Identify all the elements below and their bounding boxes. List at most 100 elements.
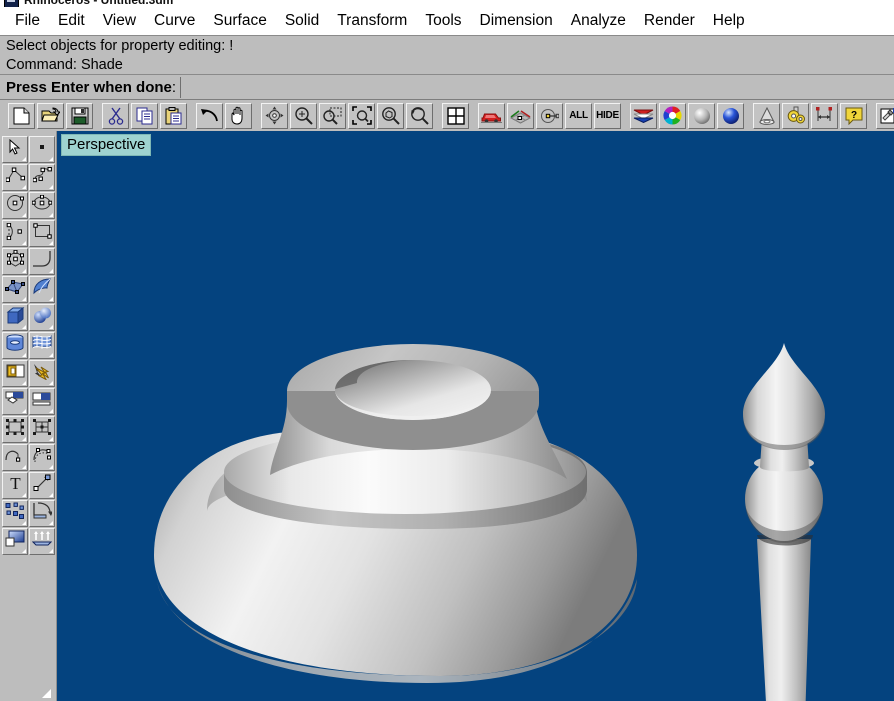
color-wheel-icon: [663, 106, 682, 125]
fillet-tool-button[interactable]: [29, 248, 55, 275]
surface-button[interactable]: [29, 276, 55, 303]
revolve-tool-button[interactable]: [2, 332, 28, 359]
curve-from-object-button[interactable]: [29, 444, 55, 471]
red-car-icon: [481, 109, 502, 123]
edit-points-button[interactable]: [29, 416, 55, 443]
ellipse-tool-button[interactable]: [29, 192, 55, 219]
cut-button[interactable]: [102, 103, 129, 129]
finial-object[interactable]: [743, 343, 825, 701]
rhino-app-icon: [4, 0, 19, 7]
menu-view[interactable]: View: [94, 10, 145, 32]
rectangle-tool-button[interactable]: [29, 220, 55, 247]
perspective-viewport[interactable]: Perspective: [57, 131, 894, 701]
properties-button[interactable]: [876, 103, 894, 129]
menu-transform[interactable]: Transform: [328, 10, 416, 32]
dimension-icon: [815, 107, 834, 125]
command-history[interactable]: Select objects for property editing: ! C…: [0, 35, 894, 74]
dimension-button[interactable]: [811, 103, 838, 129]
polygon-tool-button[interactable]: [2, 248, 28, 275]
surface-tools-button[interactable]: [2, 276, 28, 303]
shade-button[interactable]: [507, 103, 534, 129]
save-floppy-icon: [71, 107, 89, 125]
polyline-tool-button[interactable]: [2, 164, 28, 191]
shade-object-button[interactable]: [2, 528, 28, 555]
arc-tool-button[interactable]: [2, 220, 28, 247]
polyline-icon: [6, 167, 25, 188]
zoom-window-icon: [323, 106, 342, 125]
chamfer-surface-button[interactable]: [2, 388, 28, 415]
menu-file[interactable]: File: [6, 10, 49, 32]
select-all-button[interactable]: ALL: [565, 103, 592, 129]
box-tool-button[interactable]: [2, 304, 28, 331]
zoom-previous-button[interactable]: [406, 103, 433, 129]
polygon-icon: [6, 250, 25, 273]
point-tool-button[interactable]: [29, 136, 55, 163]
menu-dimension[interactable]: Dimension: [471, 10, 562, 32]
layers-button[interactable]: [630, 103, 657, 129]
extrude-tool-button[interactable]: [29, 528, 55, 555]
menu-curve[interactable]: Curve: [145, 10, 204, 32]
render-button[interactable]: [478, 103, 505, 129]
blend-surface-button[interactable]: [29, 388, 55, 415]
rhino-application-window: Rhinoceros - Untitled.3dm File Edit View…: [0, 0, 894, 701]
menu-render[interactable]: Render: [635, 10, 704, 32]
zoom-magnifier-icon: [294, 106, 313, 125]
scale-tool-button[interactable]: [29, 472, 55, 499]
viewport-title-label[interactable]: Perspective: [61, 134, 151, 156]
shade-mesh-icon: [510, 108, 531, 124]
curve-tool-button[interactable]: [29, 164, 55, 191]
options-button[interactable]: [782, 103, 809, 129]
blue-sphere-button[interactable]: [717, 103, 744, 129]
text-tool-button[interactable]: T: [2, 472, 28, 499]
menu-analyze[interactable]: Analyze: [562, 10, 635, 32]
hide-button[interactable]: HIDE: [594, 103, 621, 129]
mesh-flag-icon: [32, 334, 52, 357]
paste-clipboard-icon: [165, 107, 182, 125]
zoom-selected-button[interactable]: [377, 103, 404, 129]
paste-button[interactable]: [160, 103, 187, 129]
select-tool-button[interactable]: [2, 136, 28, 163]
circle-tool-button[interactable]: [2, 192, 28, 219]
edit-points-icon: [32, 418, 52, 441]
mesh-tool-button[interactable]: [29, 332, 55, 359]
zoom-extents-button[interactable]: [348, 103, 375, 129]
command-input[interactable]: [180, 77, 894, 98]
zoom-button[interactable]: [290, 103, 317, 129]
arc-icon: [6, 223, 25, 245]
gray-sphere-button[interactable]: [688, 103, 715, 129]
menu-surface[interactable]: Surface: [204, 10, 275, 32]
boolean-tool-button[interactable]: [29, 304, 55, 331]
select-all-icon: ALL: [569, 110, 588, 121]
copy-button[interactable]: [131, 103, 158, 129]
control-points-icon: [5, 418, 25, 441]
rotate-tool-button[interactable]: [29, 500, 55, 527]
rotate-object-icon: [32, 502, 52, 525]
command-prompt-label: Press Enter when done: [6, 79, 172, 96]
toolbar-resize-handle[interactable]: [42, 689, 52, 699]
save-button[interactable]: [66, 103, 93, 129]
curve-tools-button[interactable]: [2, 444, 28, 471]
menu-edit[interactable]: Edit: [49, 10, 94, 32]
menu-solid[interactable]: Solid: [276, 10, 328, 32]
point-snap-button[interactable]: [536, 103, 563, 129]
spotlight-button[interactable]: [753, 103, 780, 129]
rectangle-icon: [33, 223, 52, 244]
menu-tools[interactable]: Tools: [416, 10, 470, 32]
split-tool-button[interactable]: [29, 360, 55, 387]
zoom-window-button[interactable]: [319, 103, 346, 129]
rotate-view-button[interactable]: [261, 103, 288, 129]
color-wheel-button[interactable]: [659, 103, 686, 129]
menu-help[interactable]: Help: [704, 10, 754, 32]
control-points-button[interactable]: [2, 416, 28, 443]
left-toolbar-panel: T: [0, 131, 57, 701]
new-file-icon: [13, 107, 30, 125]
new-file-button[interactable]: [8, 103, 35, 129]
array-tool-button[interactable]: [2, 500, 28, 527]
four-viewport-button[interactable]: [442, 103, 469, 129]
open-file-button[interactable]: [37, 103, 64, 129]
help-button[interactable]: ?: [840, 103, 867, 129]
pan-button[interactable]: [225, 103, 252, 129]
trim-tool-button[interactable]: [2, 360, 28, 387]
vase-object[interactable]: [154, 344, 637, 683]
undo-button[interactable]: [196, 103, 223, 129]
